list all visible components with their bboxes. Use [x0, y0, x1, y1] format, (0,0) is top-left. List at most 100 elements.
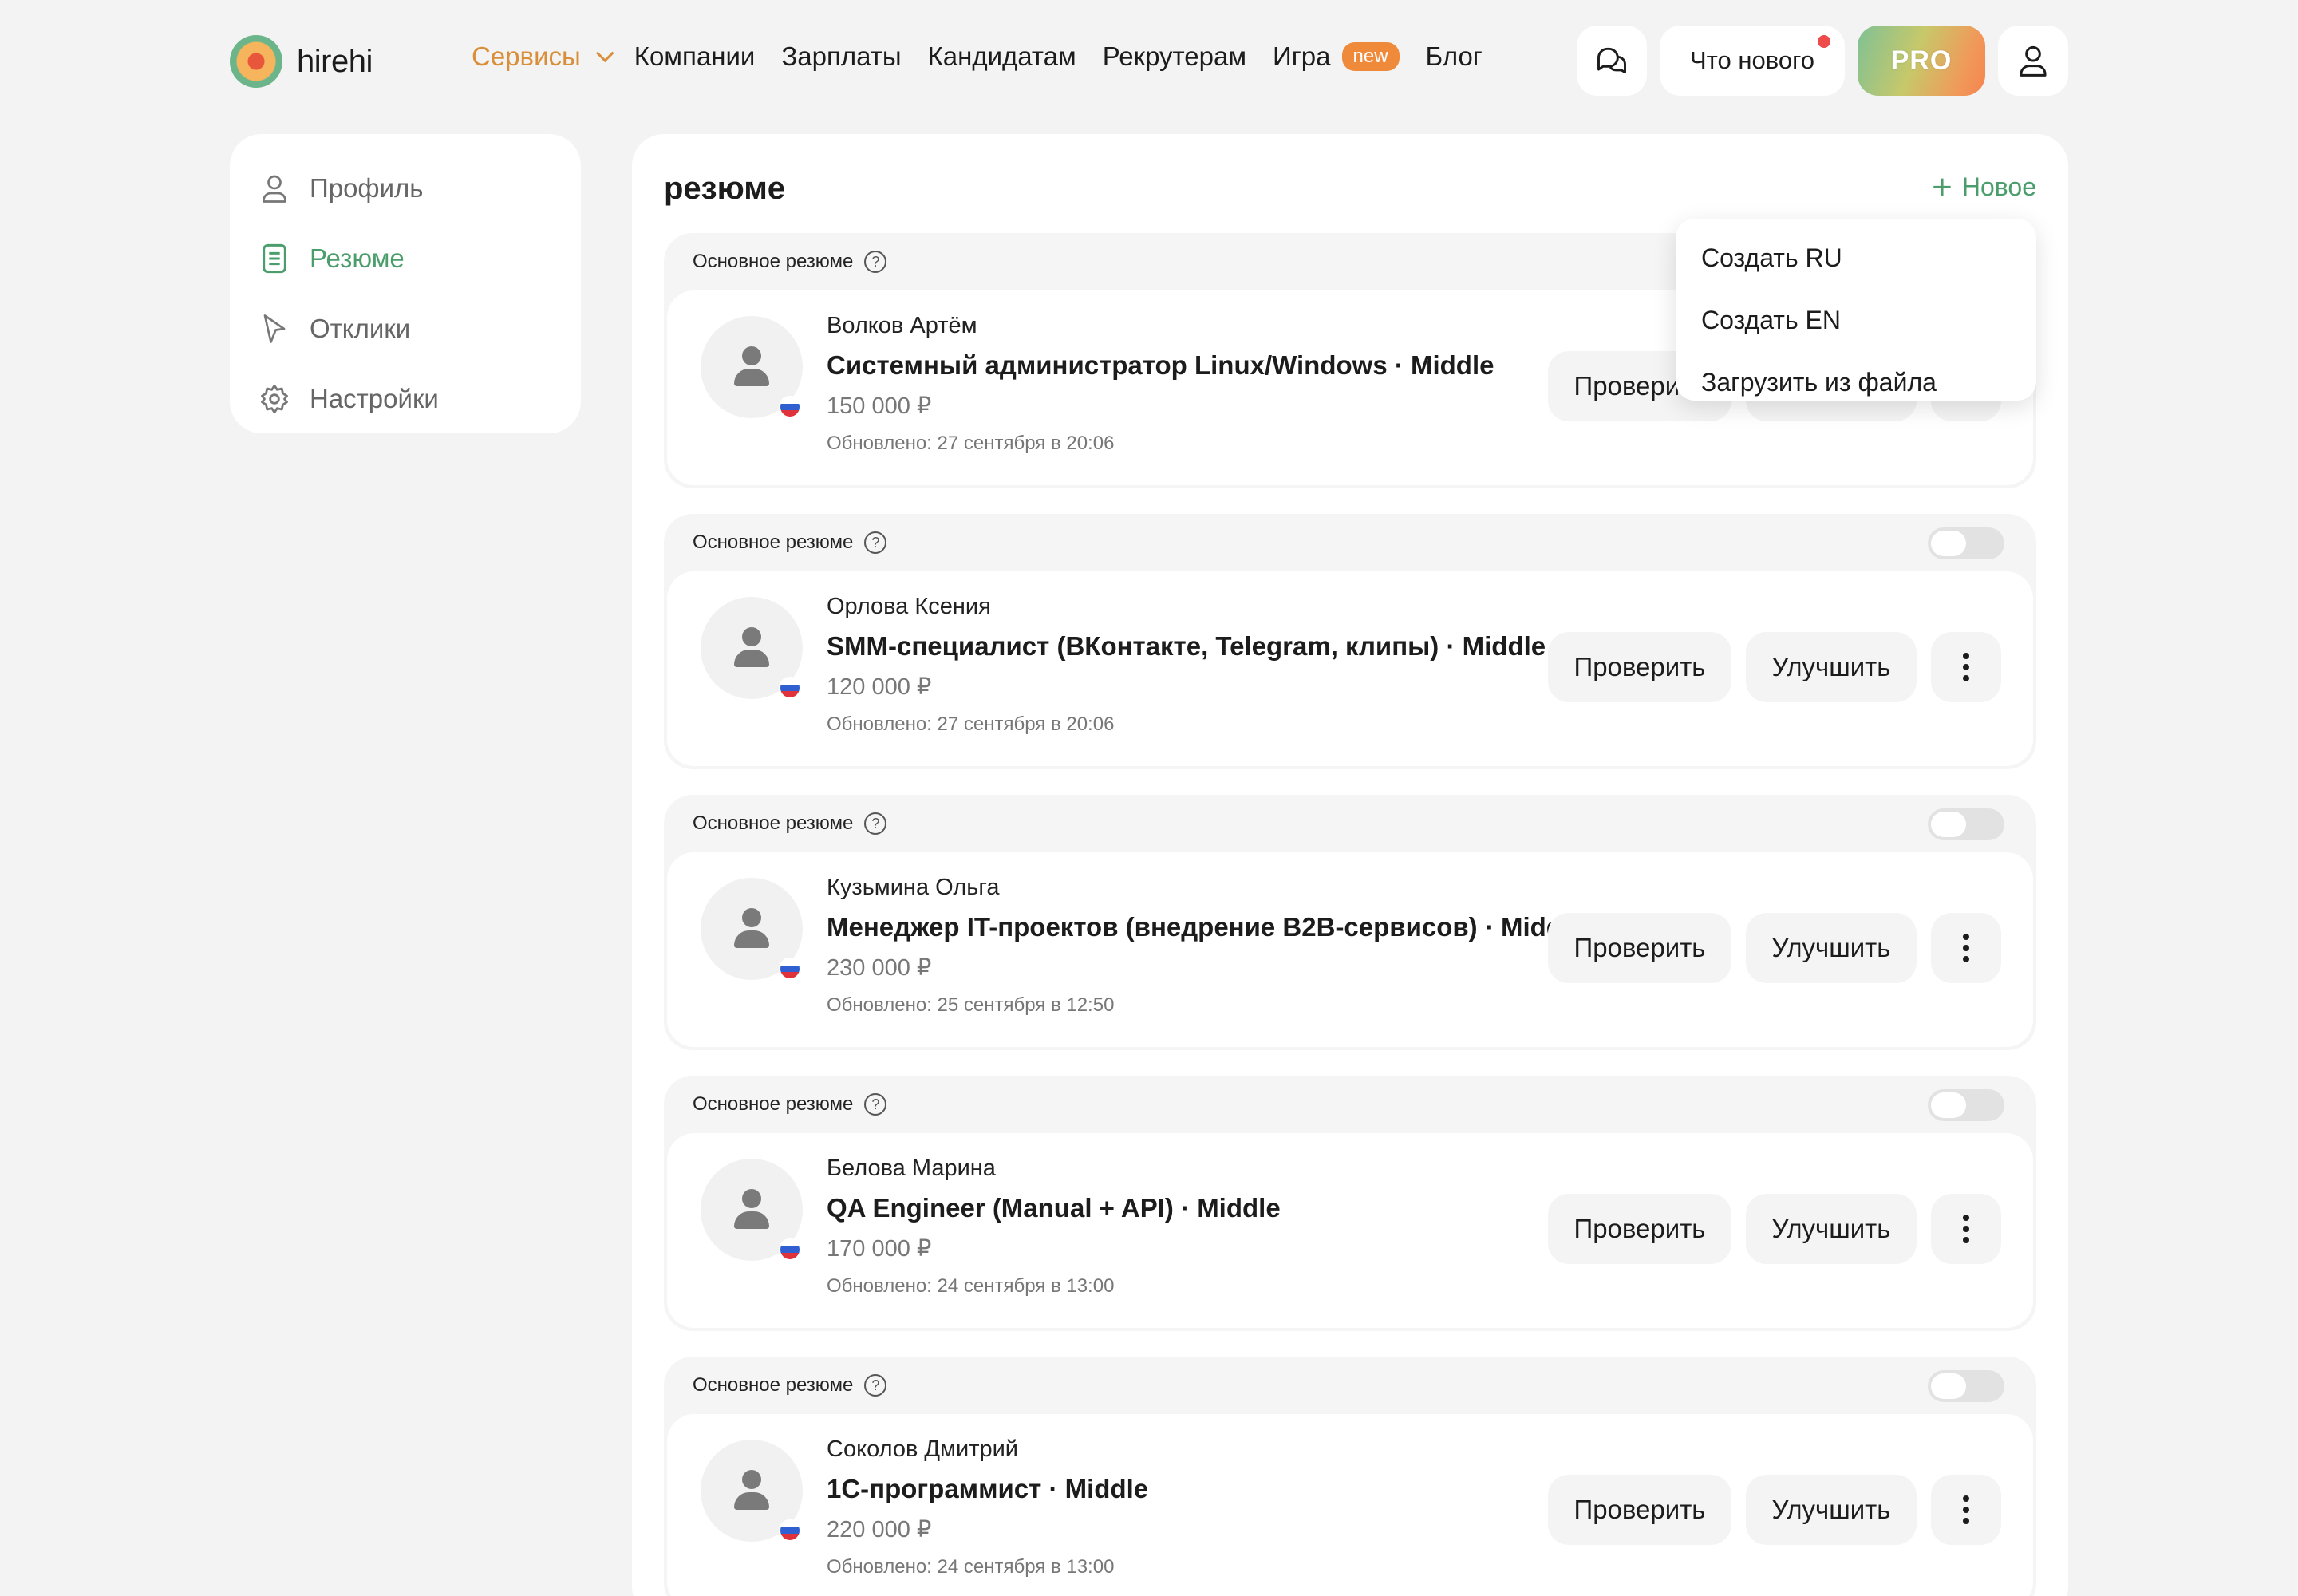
main-nav: Сервисы Компании Зарплаты Кандидатам Рек…: [472, 41, 1483, 72]
improve-button[interactable]: Улучшить: [1746, 632, 1917, 702]
new-resume-label: Новое: [1961, 172, 2036, 201]
user-button[interactable]: [1998, 26, 2068, 96]
pro-label: PRO: [1890, 45, 1953, 76]
top-header: hirehi Сервисы Компании Зарплаты Кандида…: [0, 0, 2298, 124]
check-button[interactable]: Проверить: [1548, 1475, 1731, 1545]
improve-button[interactable]: Улучшить: [1746, 1194, 1917, 1264]
russia-flag-icon: [779, 958, 801, 980]
menu-item-upload-file[interactable]: Загрузить из файла: [1676, 351, 2036, 413]
sidebar-item-label: Отклики: [310, 314, 411, 343]
sidebar: Профиль Резюме Отклики Настройки: [230, 134, 581, 433]
resume-role[interactable]: SMM-специалист (ВКонтакте, Telegram, кли…: [827, 631, 1546, 662]
dots-icon: [1963, 1495, 1969, 1502]
nav-item-companies[interactable]: Компании: [634, 41, 756, 72]
resume-updated: Обновлено: 24 сентября в 13:00: [827, 1275, 1115, 1297]
resume-updated: Обновлено: 24 сентября в 13:00: [827, 1556, 1115, 1578]
nav-item-label: Кандидатам: [927, 41, 1076, 71]
more-options-button[interactable]: [1931, 632, 2001, 702]
nav-item-recruiters[interactable]: Рекрутерам: [1103, 41, 1246, 72]
brand-logo[interactable]: hirehi: [230, 35, 373, 88]
new-resume-button[interactable]: + Новое: [1932, 167, 2036, 207]
resume-updated: Обновлено: 27 сентября в 20:06: [827, 433, 1115, 454]
sidebar-item-settings[interactable]: Настройки: [230, 364, 581, 434]
resume-card-header: Основное резюме ?: [664, 514, 2036, 571]
sidebar-item-label: Настройки: [310, 384, 439, 413]
main-resume-label: Основное резюме: [693, 1374, 854, 1396]
more-options-button[interactable]: [1931, 1194, 2001, 1264]
nav-item-label: Рекрутерам: [1102, 41, 1247, 71]
menu-item-create-ru[interactable]: Создать RU: [1676, 227, 2036, 289]
notification-dot: [1818, 35, 1830, 48]
improve-button[interactable]: Улучшить: [1746, 1475, 1917, 1545]
russia-flag-icon: [779, 1238, 801, 1261]
page-title: резюме: [664, 171, 786, 206]
check-button[interactable]: Проверить: [1548, 632, 1731, 702]
check-button[interactable]: Проверить: [1548, 1194, 1731, 1264]
chat-button[interactable]: [1577, 26, 1647, 96]
resume-role[interactable]: QA Engineer (Manual + API) · Middle: [827, 1193, 1281, 1223]
sidebar-item-responses[interactable]: Отклики: [230, 294, 581, 364]
logo-icon: [230, 35, 282, 88]
help-icon[interactable]: ?: [864, 251, 887, 273]
resume-updated: Обновлено: 27 сентября в 20:06: [827, 713, 1115, 735]
resume-salary: 170 000 ₽: [827, 1236, 932, 1262]
nav-item-label: Блог: [1425, 41, 1483, 71]
resume-card-body[interactable]: Орлова Ксения SMM-специалист (ВКонтакте,…: [667, 571, 2033, 766]
candidate-name: Волков Артём: [827, 313, 977, 338]
plus-icon: +: [1932, 167, 1953, 207]
check-button[interactable]: Проверить: [1548, 913, 1731, 983]
nav-item-blog[interactable]: Блог: [1426, 41, 1483, 72]
resume-role[interactable]: Системный администратор Linux/Windows · …: [827, 350, 1494, 381]
nav-item-label: Зарплаты: [781, 41, 902, 71]
nav-item-services[interactable]: Сервисы: [472, 41, 614, 72]
sidebar-item-label: Профиль: [310, 173, 424, 203]
new-resume-menu: Создать RU Создать EN Загрузить из файла: [1676, 219, 2036, 401]
resume-card-body[interactable]: Белова Марина QA Engineer (Manual + API)…: [667, 1133, 2033, 1328]
nav-item-salaries[interactable]: Зарплаты: [781, 41, 901, 72]
dots-icon: [1963, 934, 1969, 940]
brand-name: hirehi: [297, 43, 373, 79]
candidate-name: Соколов Дмитрий: [827, 1436, 1019, 1462]
dots-icon: [1963, 1215, 1969, 1221]
whats-new-button[interactable]: Что нового: [1660, 26, 1845, 96]
resume-role[interactable]: Менеджер IT-проектов (внедрение B2B-серв…: [827, 912, 1584, 942]
chevron-down-icon: [595, 44, 614, 63]
user-icon: [2020, 45, 2047, 77]
resume-card-header: Основное резюме ?: [664, 1357, 2036, 1414]
resume-role[interactable]: 1С-программист · Middle: [827, 1474, 1148, 1504]
help-icon[interactable]: ?: [864, 1093, 887, 1116]
main-resume-label: Основное резюме: [693, 531, 854, 553]
chat-bubbles-icon: [1597, 47, 1626, 74]
help-icon[interactable]: ?: [864, 531, 887, 554]
more-options-button[interactable]: [1931, 913, 2001, 983]
russia-flag-icon: [779, 677, 801, 699]
resume-card: Основное резюме ? Кузьмина Ольга Менедже…: [664, 795, 2036, 1050]
sidebar-item-profile[interactable]: Профиль: [230, 153, 581, 223]
menu-item-create-en[interactable]: Создать EN: [1676, 289, 2036, 351]
nav-item-label: Игра: [1273, 41, 1331, 71]
resume-card: Основное резюме ? Орлова Ксения SMM-спец…: [664, 514, 2036, 769]
cursor-arrow-icon: [259, 313, 290, 345]
resume-salary: 150 000 ₽: [827, 393, 932, 419]
resume-card-body[interactable]: Кузьмина Ольга Менеджер IT-проектов (вне…: [667, 852, 2033, 1047]
help-icon[interactable]: ?: [864, 812, 887, 835]
russia-flag-icon: [779, 1519, 801, 1542]
main-resume-label: Основное резюме: [693, 251, 854, 272]
resume-card-body[interactable]: Соколов Дмитрий 1С-программист · Middle …: [667, 1414, 2033, 1596]
main-resume-toggle[interactable]: [1928, 808, 2004, 840]
nav-item-candidates[interactable]: Кандидатам: [928, 41, 1076, 72]
improve-button[interactable]: Улучшить: [1746, 913, 1917, 983]
resume-card-header: Основное резюме ?: [664, 1076, 2036, 1133]
main-resume-toggle[interactable]: [1928, 1370, 2004, 1402]
more-options-button[interactable]: [1931, 1475, 2001, 1545]
pro-button[interactable]: PRO: [1858, 26, 1985, 96]
main-resume-toggle[interactable]: [1928, 1089, 2004, 1121]
main-resume-toggle[interactable]: [1928, 527, 2004, 559]
candidate-name: Белова Марина: [827, 1156, 996, 1181]
help-icon[interactable]: ?: [864, 1374, 887, 1396]
sidebar-item-resume[interactable]: Резюме: [230, 223, 581, 294]
nav-item-game[interactable]: Игра new: [1273, 41, 1400, 72]
resume-salary: 120 000 ₽: [827, 674, 932, 700]
dots-icon: [1963, 653, 1969, 659]
resume-card: Основное резюме ? Белова Марина QA Engin…: [664, 1076, 2036, 1331]
